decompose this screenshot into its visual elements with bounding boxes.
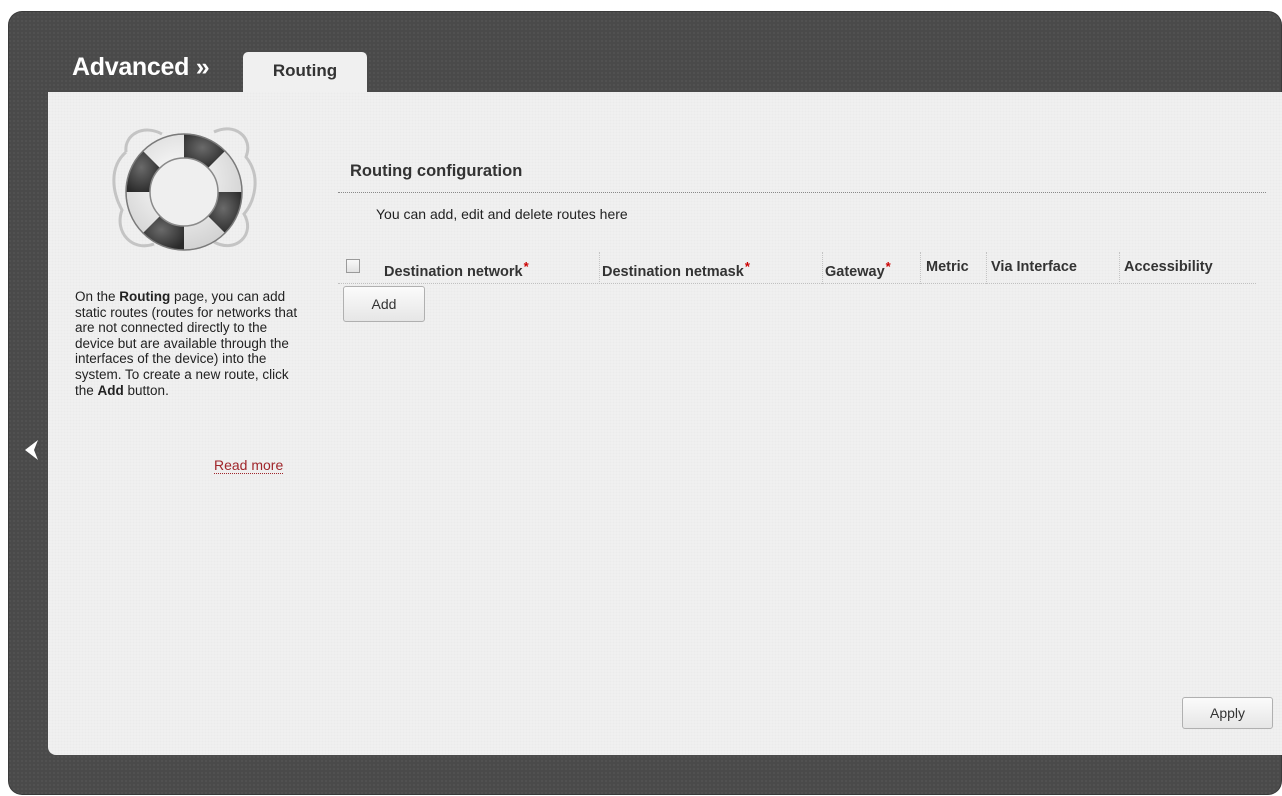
column-header-destination-network[interactable]: Destination network* <box>384 259 529 280</box>
column-header-via-interface[interactable]: Via Interface <box>991 259 1077 275</box>
back-arrow-icon[interactable] <box>22 438 42 462</box>
column-header-accessibility[interactable]: Accessibility <box>1124 259 1213 275</box>
section-divider <box>338 192 1266 193</box>
add-button[interactable]: Add <box>343 286 425 322</box>
column-divider <box>986 252 987 284</box>
select-all-checkbox[interactable] <box>346 259 360 273</box>
apply-button[interactable]: Apply <box>1182 697 1273 729</box>
tab-routing[interactable]: Routing <box>243 52 367 94</box>
section-description: You can add, edit and delete routes here <box>376 206 628 222</box>
table-header-divider <box>338 283 1256 284</box>
column-header-metric[interactable]: Metric <box>926 259 969 275</box>
column-divider <box>599 252 600 284</box>
column-divider <box>822 252 823 284</box>
column-divider <box>1119 252 1120 284</box>
column-divider <box>920 252 921 284</box>
section-header-title: Advanced » <box>72 53 210 81</box>
column-header-destination-netmask[interactable]: Destination netmask* <box>602 259 750 280</box>
lifebuoy-icon <box>112 127 257 251</box>
column-header-gateway[interactable]: Gateway* <box>825 259 891 280</box>
read-more-link[interactable]: Read more <box>214 457 284 474</box>
help-text: On the Routing page, you can add static … <box>75 289 298 398</box>
section-title: Routing configuration <box>350 162 523 180</box>
